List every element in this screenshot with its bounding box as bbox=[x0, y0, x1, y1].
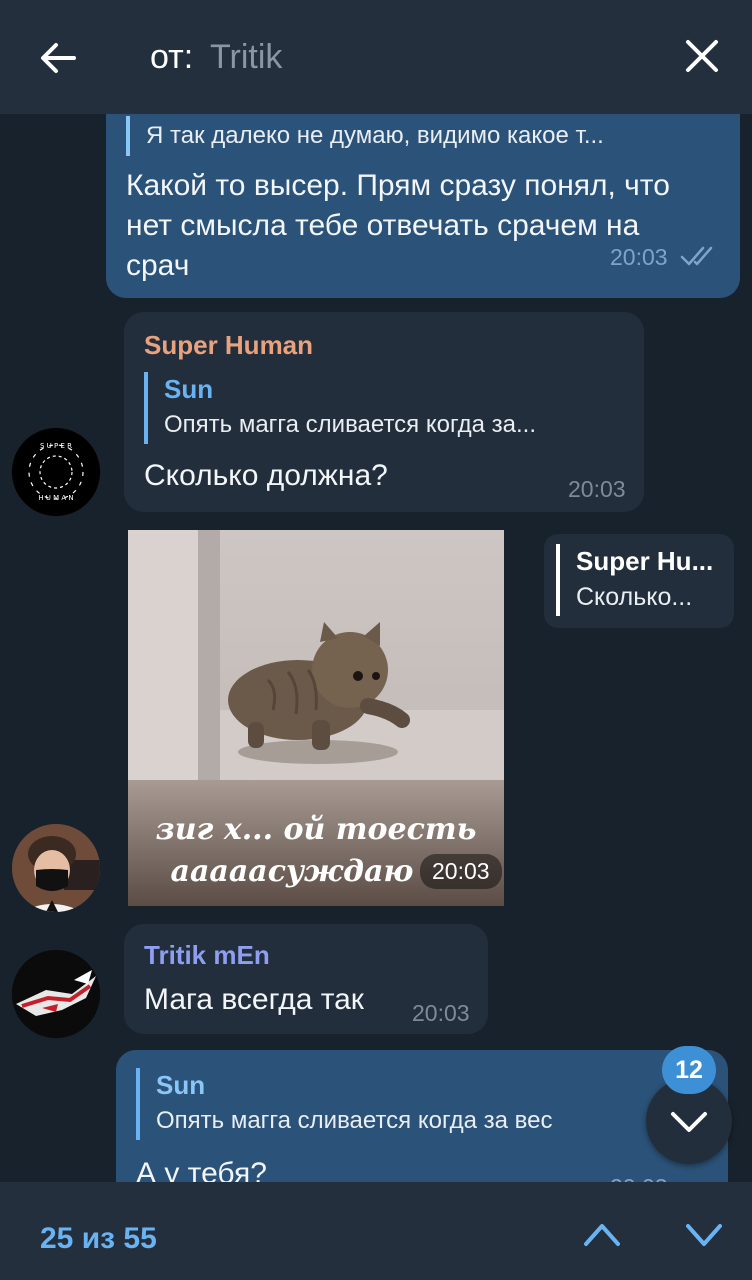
message-time: 20:03 bbox=[610, 1174, 668, 1182]
reply-author: Sun bbox=[156, 1070, 206, 1100]
message-time: 20:03 bbox=[610, 244, 668, 270]
read-checkmarks-icon bbox=[680, 244, 718, 273]
message-bubble-outgoing[interactable]: Sun Опять магга сливается когда за вес А… bbox=[116, 1050, 728, 1182]
message-text: Сколько должна? bbox=[144, 459, 388, 492]
avatar-tritik[interactable] bbox=[12, 824, 100, 912]
reply-text: Опять магга сливается когда за вес bbox=[156, 1107, 553, 1134]
svg-text:H U M A N: H U M A N bbox=[38, 494, 73, 502]
search-prefix: от: bbox=[150, 38, 194, 76]
reply-text: Я так далеко не думаю, видимо какое т... bbox=[146, 122, 604, 149]
reply-text: Сколько... bbox=[576, 583, 693, 611]
svg-text:S U P E R: S U P E R bbox=[40, 442, 72, 450]
message-list[interactable]: Я так далеко не думаю, видимо какое т...… bbox=[0, 114, 752, 1182]
message-text: А у тебя? bbox=[136, 1157, 267, 1182]
reply-quote[interactable]: Super Hu... Сколько... bbox=[556, 544, 722, 616]
unread-count-badge: 12 bbox=[662, 1046, 716, 1094]
reply-author: Super Hu... bbox=[576, 546, 714, 576]
back-arrow-icon[interactable] bbox=[36, 36, 80, 80]
avatar-tritik-men[interactable] bbox=[12, 950, 100, 1038]
sender-name[interactable]: Super Human bbox=[144, 330, 313, 361]
chevron-up-icon[interactable] bbox=[578, 1216, 626, 1252]
message-time: 20:03 bbox=[568, 476, 626, 502]
message-bubble-incoming[interactable]: Tritik mEn Мага всегда так 20:03 bbox=[124, 924, 488, 1034]
sticker-caption-line1: зиг х... ой тоесть bbox=[155, 812, 477, 847]
close-icon[interactable] bbox=[682, 36, 722, 76]
reply-quote[interactable]: Я так далеко не думаю, видимо какое т... bbox=[126, 116, 736, 156]
reply-text: Опять магга сливается когда за... bbox=[164, 411, 537, 438]
search-result-counter: 25 из 55 bbox=[40, 1222, 157, 1255]
message-bubble-incoming[interactable]: Super Human Sun Опять магга сливается ко… bbox=[124, 312, 644, 512]
sender-name[interactable]: Tritik mEn bbox=[144, 940, 270, 971]
reply-quote[interactable]: Sun Опять магга сливается когда за вес bbox=[136, 1068, 686, 1140]
cat-sticker-image[interactable]: зиг х... ой тоесть ааааасуждаю bbox=[128, 530, 504, 906]
chevron-down-icon[interactable] bbox=[680, 1216, 728, 1252]
sticker-reply-bubble[interactable]: Super Hu... Сколько... bbox=[544, 534, 734, 628]
message-time: 20:03 bbox=[412, 1000, 470, 1026]
avatar-super-human[interactable]: S U P E R H U M A N bbox=[12, 428, 100, 516]
reply-author: Sun bbox=[164, 374, 214, 404]
reply-quote[interactable]: Sun Опять магга сливается когда за... bbox=[144, 372, 624, 444]
message-text: Мага всегда так bbox=[144, 983, 364, 1016]
search-input[interactable]: Tritik bbox=[210, 38, 282, 77]
search-header: от: Tritik bbox=[0, 0, 752, 114]
message-bubble-outgoing[interactable]: Я так далеко не думаю, видимо какое т...… bbox=[106, 114, 740, 298]
search-results-bar: 25 из 55 bbox=[0, 1182, 752, 1280]
sticker-time: 20:03 bbox=[420, 854, 502, 889]
